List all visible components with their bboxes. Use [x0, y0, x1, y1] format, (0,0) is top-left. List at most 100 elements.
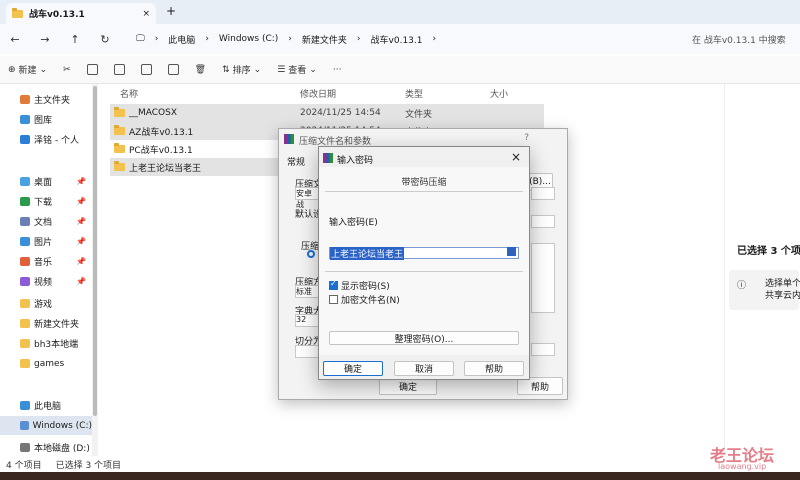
pin-icon[interactable]: 📌 [76, 197, 86, 206]
sidebar-item-label: 桌面 [34, 178, 53, 188]
pin-icon[interactable]: 📌 [76, 257, 86, 266]
share-icon [167, 64, 179, 75]
sidebar-item-label: 游戏 [34, 300, 53, 310]
divider [325, 191, 523, 192]
password-input[interactable]: 上老王论坛当老王 ⌄ [329, 246, 519, 260]
drive-icon [20, 443, 30, 452]
copy-button[interactable] [86, 64, 98, 75]
file-name: 上老王论坛当老王 [129, 163, 202, 174]
forward-icon[interactable]: → [30, 33, 60, 46]
sidebar-item[interactable]: 图片 📌 [0, 232, 92, 251]
cancel-button[interactable]: 取消 [394, 361, 454, 376]
sidebar-item[interactable]: 文档 📌 [0, 212, 92, 231]
folder-icon [20, 299, 30, 308]
sidebar-item-label: 音乐 [34, 258, 53, 268]
help-icon[interactable]: ? [524, 133, 529, 143]
cloud-icon [20, 135, 30, 144]
share-button[interactable] [167, 64, 179, 75]
sidebar-item[interactable]: 游戏 [0, 294, 92, 313]
pin-icon[interactable]: 📌 [76, 277, 86, 286]
tab-title: 战车v0.13.1 [29, 10, 85, 20]
plus-circle-icon: ⊕ [8, 64, 16, 75]
delete-button[interactable]: 🗑 [195, 65, 206, 75]
folder-icon [114, 143, 125, 153]
folder-icon [114, 125, 125, 135]
new-button[interactable]: ⊕ 新建 ⌄ [8, 63, 47, 77]
sidebar-item-label: Windows (C:) [32, 420, 92, 431]
file-date: 2024/11/25 14:54 [300, 108, 381, 118]
sidebar-item[interactable]: 新建文件夹 [0, 314, 92, 333]
address-bar[interactable]: 🖵 › 此电脑 › Windows (C:) › 新建文件夹 › 战车v0.13… [130, 28, 672, 50]
sidebar-item[interactable]: 图库 [0, 110, 92, 129]
pin-icon[interactable]: 📌 [76, 217, 86, 226]
sidebar-item[interactable]: 主文件夹 [0, 90, 92, 109]
desktop-icon [20, 177, 30, 186]
sort-icon: ⇅ [222, 64, 230, 75]
pin-icon[interactable]: 📌 [76, 177, 86, 186]
tab-general[interactable]: 常规 [287, 155, 305, 168]
details-pane: 已选择 3 个项 ⓘ 选择单个 共享云内 [724, 84, 800, 456]
paste-icon [113, 64, 125, 75]
file-name: AZ战车v0.13.1 [129, 127, 194, 138]
command-bar: ⊕ 新建 ⌄ ✂ 🗑 ⇅ 排序 ⌄ ☰ 查看 ⌄ ··· [0, 56, 800, 84]
tab-active[interactable]: 战车v0.13.1 × [6, 3, 156, 24]
show-password-checkbox[interactable]: 显示密码(S) [329, 279, 390, 292]
radio-button[interactable] [307, 250, 315, 258]
cut-button[interactable]: ✂ [63, 65, 71, 75]
organize-passwords-button[interactable]: 整理密码(O)... [329, 331, 519, 345]
sidebar-item[interactable]: 本地磁盘 (D:) [0, 438, 92, 457]
sidebar-item-label: 泽铭 - 个人 [34, 136, 79, 146]
status-bar: 4 个项目 已选择 3 个项目 [0, 456, 800, 472]
breadcrumb-c-drive[interactable]: Windows (C:) [219, 34, 278, 44]
checkbox-icon [329, 295, 338, 304]
navigation-pane: 主文件夹 图库 泽铭 - 个人 桌面 📌 下载 📌 文档 📌 图片 📌 音乐 📌 视频 📌 游戏 新建文件夹 bh… [0, 84, 92, 456]
winrar-icon [323, 153, 333, 163]
encrypt-names-checkbox[interactable]: 加密文件名(N) [329, 293, 400, 306]
folder-icon [114, 161, 125, 171]
sidebar-item[interactable]: 桌面 📌 [0, 172, 92, 191]
trash-icon: 🗑 [194, 64, 207, 75]
ok-button[interactable]: 确定 [323, 361, 383, 376]
chevron-down-icon[interactable]: ⌄ [507, 247, 516, 256]
view-button[interactable]: ☰ 查看 ⌄ [277, 63, 317, 77]
breadcrumb-pc[interactable]: 此电脑 [168, 33, 195, 46]
password-label: 输入密码(E) [329, 218, 378, 228]
column-size[interactable]: 大小 [490, 87, 508, 100]
sidebar-item[interactable]: 此电脑 [0, 396, 92, 415]
sidebar-scrollbar[interactable] [92, 84, 98, 456]
videos-icon [20, 277, 30, 286]
column-type[interactable]: 类型 [405, 87, 423, 100]
back-icon[interactable]: ← [0, 33, 30, 46]
sidebar-item[interactable]: games [0, 354, 92, 373]
copy-icon [86, 64, 98, 75]
scrollbar-thumb[interactable] [93, 86, 97, 416]
close-tab-icon[interactable]: × [142, 9, 150, 19]
new-tab-button[interactable]: + [166, 4, 176, 18]
refresh-icon[interactable]: ↻ [90, 33, 120, 46]
dialog-subtitle: 带密码压缩 [401, 178, 447, 188]
column-name[interactable]: 名称 [120, 87, 138, 100]
paste-button[interactable] [113, 64, 125, 75]
sidebar-item[interactable]: 视频 📌 [0, 272, 92, 291]
sort-button[interactable]: ⇅ 排序 ⌄ [222, 63, 261, 77]
search-input[interactable]: 在 战车v0.13.1 中搜索 [684, 28, 796, 50]
close-icon[interactable]: × [511, 150, 521, 164]
more-button[interactable]: ··· [333, 65, 342, 75]
info-card: ⓘ 选择单个 共享云内 [729, 270, 800, 310]
sidebar-item[interactable]: 音乐 📌 [0, 252, 92, 271]
sidebar-item[interactable]: 下载 📌 [0, 192, 92, 211]
help-button[interactable]: 帮助 [464, 361, 524, 376]
sidebar-item[interactable]: bh3本地端 [0, 334, 92, 353]
sidebar-item-label: bh3本地端 [34, 340, 79, 350]
sidebar-item[interactable]: Windows (C:) [0, 416, 92, 435]
breadcrumb-current[interactable]: 战车v0.13.1 [371, 33, 423, 46]
column-date[interactable]: 修改日期 [300, 87, 336, 100]
list-item[interactable]: __MACOSX 2024/11/25 14:54 文件夹 [110, 104, 544, 122]
pictures-icon [20, 237, 30, 246]
up-icon[interactable]: ↑ [60, 33, 90, 46]
sidebar-item-label: 图片 [34, 238, 53, 248]
pin-icon[interactable]: 📌 [76, 237, 86, 246]
rename-button[interactable] [140, 64, 152, 75]
sidebar-item[interactable]: 泽铭 - 个人 [0, 130, 92, 149]
breadcrumb-new-folder[interactable]: 新建文件夹 [302, 33, 347, 46]
